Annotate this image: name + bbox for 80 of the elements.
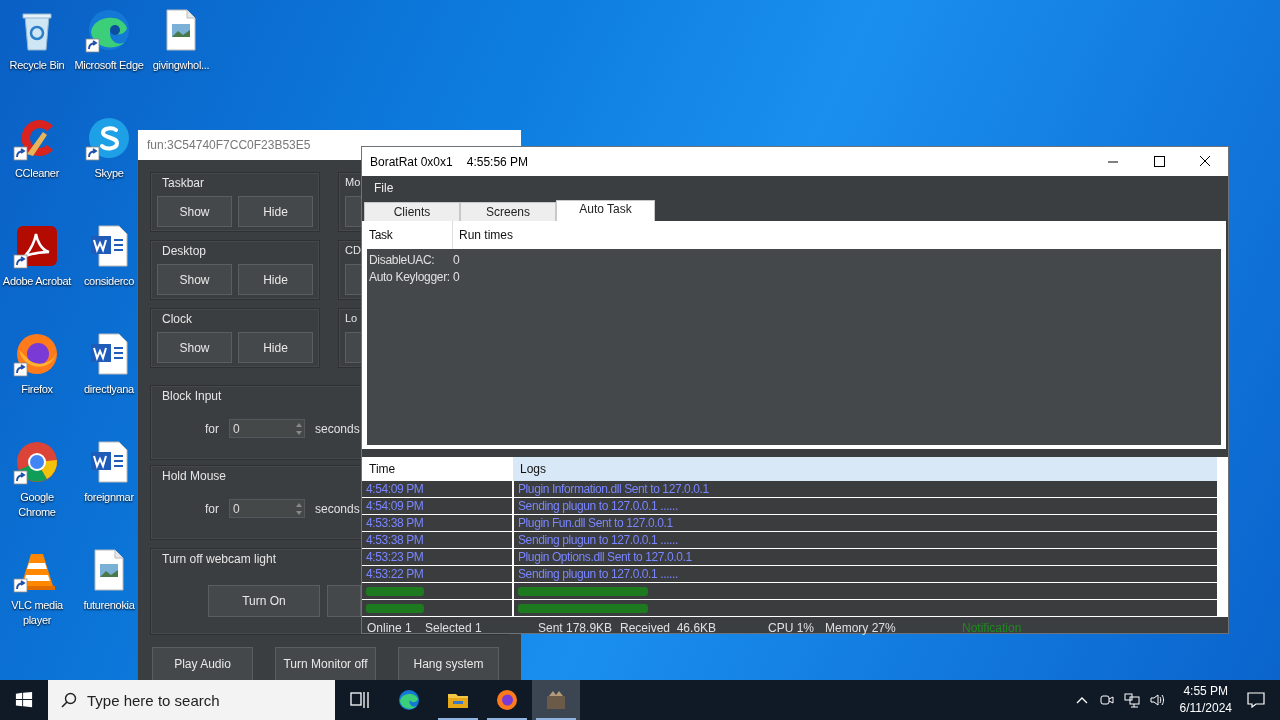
window-title: fun:3C54740F7CC0F23B53E5 (147, 138, 311, 152)
table-cell: 0 (453, 252, 460, 267)
notification-icon[interactable] (1246, 690, 1266, 710)
icon-label[interactable]: foreignmar (84, 490, 134, 505)
group-title: Lo (345, 312, 358, 324)
search-field[interactable]: Type here to search (48, 680, 335, 720)
menu-item[interactable]: File (374, 181, 394, 195)
log-message: Plugin Fun.dll Sent to 127.0.0.1 (518, 516, 673, 530)
group-title: Mo (345, 176, 361, 188)
status-text: Online 1 (367, 621, 413, 635)
table-cell-text: Auto Keylogger: (368, 269, 451, 284)
icon-label[interactable]: Google Chrome (2, 490, 72, 520)
camera-icon[interactable] (1098, 692, 1115, 708)
rat-taskbar-icon[interactable] (532, 680, 580, 720)
action-button[interactable]: Show (157, 196, 232, 227)
log-time: 4:54:09 PM (366, 482, 424, 496)
search-icon (61, 692, 77, 708)
clock[interactable]: 4:55 PM 6/11/2024 (1179, 683, 1232, 717)
log-time: 4:53:38 PM (366, 516, 424, 530)
icon-label[interactable]: givingwhol... (152, 58, 210, 73)
icon-label[interactable]: VLC media player (2, 598, 72, 628)
group-title: CD (345, 244, 361, 256)
action-button[interactable]: Hide (238, 264, 313, 295)
status-text: Selected 1 (425, 621, 483, 635)
status-text: CPU 1% (768, 621, 815, 635)
icon-label[interactable]: Microsoft Edge (74, 58, 144, 73)
icon-label[interactable]: considerco (83, 274, 135, 289)
unit-label: seconds (315, 421, 360, 436)
status-text: Sent 178.9KB (538, 621, 614, 635)
network-icon[interactable] (1123, 692, 1140, 708)
log-message: Sending plugun to 127.0.0.1 ...... (518, 499, 678, 513)
log-time: 4:53:38 PM (366, 533, 424, 547)
tab[interactable]: Screens (460, 202, 556, 221)
log-time: 4:53:22 PM (366, 567, 424, 581)
icon-label[interactable]: Recycle Bin (9, 58, 65, 73)
status-text: Notification (962, 621, 1023, 635)
action-button[interactable]: Hide (238, 332, 313, 363)
action-button[interactable]: Hang system (398, 647, 499, 680)
icon-label[interactable]: CCleaner (14, 166, 60, 181)
windows-start-icon[interactable] (15, 691, 33, 709)
column-header[interactable]: Logs (512, 457, 1217, 481)
log-time: 4:54:09 PM (366, 499, 424, 513)
action-button[interactable]: Show (157, 264, 232, 295)
group-title: Taskbar (162, 176, 205, 190)
table-cell-text: DisableUAC: (368, 252, 436, 267)
action-button[interactable]: Turn Monitor off (275, 647, 376, 680)
number-field[interactable]: 0 (229, 499, 305, 518)
log-message: Sending plugun to 127.0.0.1 ...... (518, 533, 678, 547)
icon-label[interactable]: futurenokia (83, 598, 135, 613)
log-message: Sending plugun to 127.0.0.1 ...... (518, 567, 678, 581)
field-label: for (205, 421, 219, 436)
turn-on-button[interactable]: Turn On (208, 585, 320, 617)
icon-label[interactable]: directlyana (84, 382, 134, 397)
group-title: Clock (162, 312, 192, 326)
log-message: Plugin Information.dll Sent to 127.0.0.1 (518, 482, 709, 496)
icon-label[interactable]: Adobe Acrobat (2, 274, 72, 289)
column-header[interactable]: Time (362, 457, 512, 481)
table-cell: 0 (453, 269, 460, 284)
volume-icon[interactable] (1148, 692, 1165, 708)
unit-label: seconds (315, 501, 360, 516)
window-title: BoratRat 0x0x1 (370, 154, 453, 169)
status-text: Memory 27% (825, 621, 897, 635)
log-message: Plugin Options.dll Sent to 127.0.0.1 (518, 550, 692, 564)
action-button[interactable]: Show (157, 332, 232, 363)
field-label: for (205, 501, 219, 516)
group-title: Block Input (162, 389, 222, 403)
icon-label[interactable]: Firefox (21, 382, 53, 397)
group-title: Hold Mouse (162, 469, 227, 483)
tab[interactable]: Auto Task (556, 200, 655, 221)
icon-label[interactable]: Skype (94, 166, 124, 181)
group-title: Desktop (162, 244, 207, 258)
group-title: Turn off webcam light (162, 552, 277, 566)
number-field[interactable]: 0 (229, 419, 305, 438)
action-button[interactable]: Hide (238, 196, 313, 227)
column-header[interactable]: Run times (453, 228, 514, 242)
action-button[interactable]: Play Audio (152, 647, 253, 680)
title-time: 4:55:56 PM (466, 154, 529, 169)
status-text: Received 46.6KB (620, 621, 718, 635)
log-time: 4:53:23 PM (366, 550, 424, 564)
tab[interactable]: Clients (364, 202, 460, 221)
